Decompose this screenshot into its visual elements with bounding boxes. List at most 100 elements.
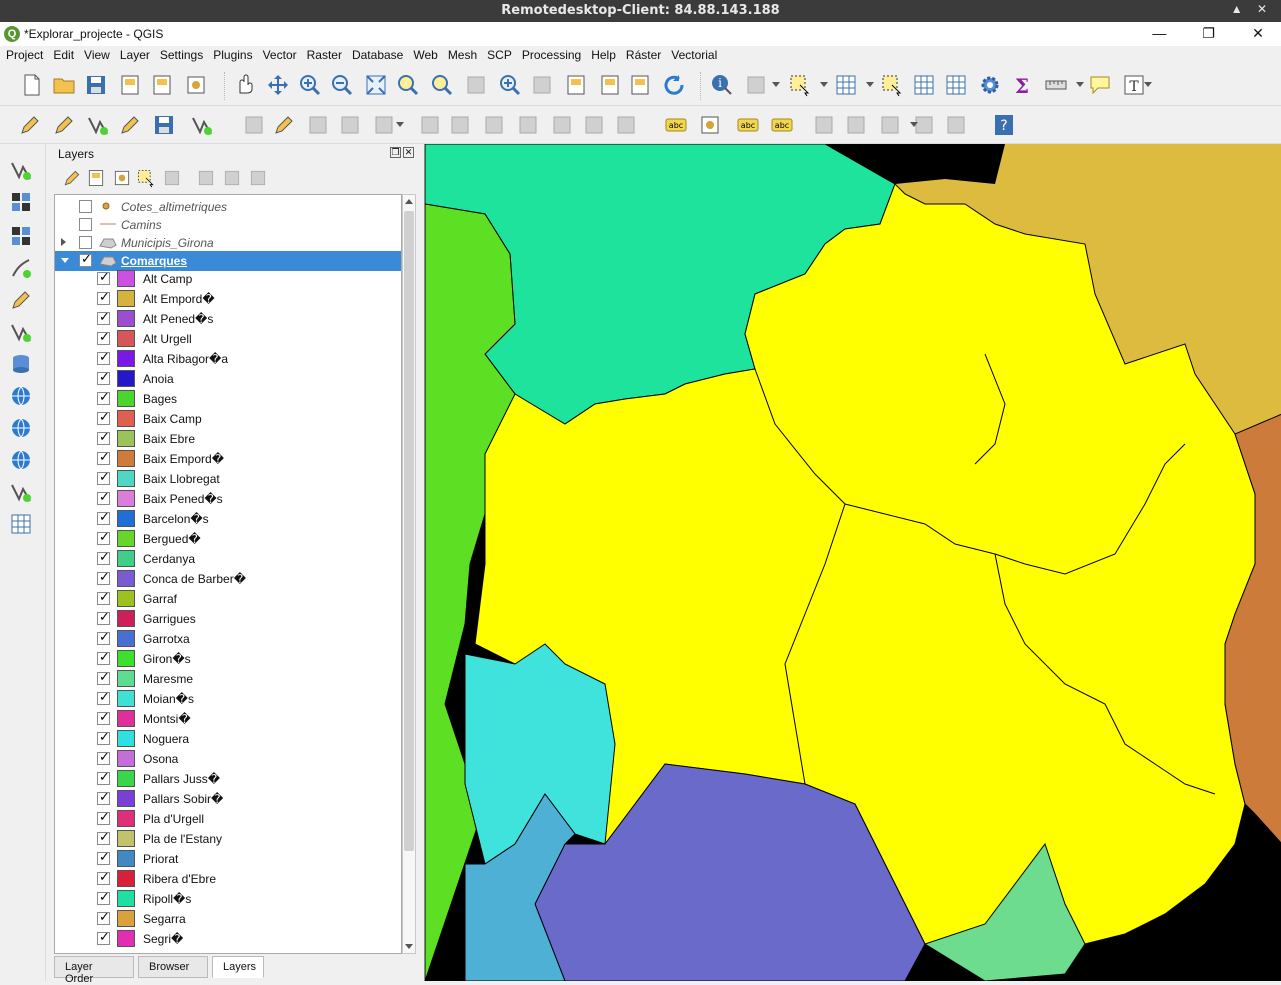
style-manager-icon[interactable] — [184, 73, 208, 97]
legend-item[interactable]: Pla d'Urgell — [55, 809, 401, 829]
cut-features-icon[interactable] — [482, 113, 506, 137]
zoom-full-icon[interactable] — [364, 73, 388, 97]
paste-features-icon[interactable] — [550, 113, 574, 137]
action-icon[interactable] — [744, 73, 768, 97]
zoom-next-icon[interactable] — [530, 73, 554, 97]
legend-item[interactable]: Baix Ebre — [55, 429, 401, 449]
pencil-edit-icon[interactable] — [272, 113, 296, 137]
legend-item[interactable]: Ripoll�s — [55, 889, 401, 909]
category-checkbox[interactable] — [97, 670, 110, 685]
legend-item[interactable]: Garraf — [55, 589, 401, 609]
up-arrow-icon[interactable]: ▲ — [1226, 2, 1248, 16]
show-bookmarks-icon[interactable] — [598, 73, 622, 97]
move-feature-icon[interactable] — [372, 113, 396, 137]
category-checkbox[interactable] — [97, 590, 110, 605]
category-checkbox[interactable] — [97, 870, 110, 885]
pan-icon[interactable] — [232, 73, 256, 97]
add-vertex-icon[interactable] — [86, 113, 110, 137]
collapse-all-icon[interactable] — [222, 168, 242, 188]
redo-icon[interactable] — [614, 113, 638, 137]
layer-row[interactable]: Cotes_altimetriques — [55, 197, 401, 217]
add-feature-icon[interactable] — [338, 113, 362, 137]
layer-visibility-checkbox[interactable] — [79, 200, 92, 213]
add-group-icon[interactable] — [86, 168, 106, 188]
legend-item[interactable]: Garrigues — [55, 609, 401, 629]
legend-item[interactable]: Pla de l'Estany — [55, 829, 401, 849]
deselect-icon[interactable] — [880, 73, 904, 97]
category-checkbox[interactable] — [97, 630, 110, 645]
category-checkbox[interactable] — [97, 330, 110, 345]
zoom-to-selection-icon[interactable] — [396, 73, 420, 97]
legend-item[interactable]: Cerdanya — [55, 549, 401, 569]
dropdown-arrow-icon[interactable] — [1076, 82, 1084, 87]
label-abc-icon[interactable]: abc — [664, 113, 688, 137]
identify-icon[interactable]: i — [710, 73, 734, 97]
modify-attributes-icon[interactable] — [242, 113, 266, 137]
vertex-tool-icon[interactable] — [190, 113, 214, 137]
current-edits-icon[interactable] — [18, 113, 42, 137]
expand-all-icon[interactable] — [196, 168, 216, 188]
category-checkbox[interactable] — [97, 690, 110, 705]
open-attribute-table-icon[interactable] — [912, 73, 936, 97]
rotate-label-icon[interactable] — [812, 113, 836, 137]
category-checkbox[interactable] — [97, 530, 110, 545]
legend-item[interactable]: Anoia — [55, 369, 401, 389]
category-checkbox[interactable] — [97, 610, 110, 625]
close-panel-button[interactable]: ✕ — [403, 147, 414, 158]
show-label-icon[interactable]: abc — [770, 113, 794, 137]
menu-item[interactable]: Help — [585, 46, 620, 62]
legend-item[interactable]: Osona — [55, 749, 401, 769]
add-geopackage-icon[interactable] — [9, 288, 35, 314]
category-checkbox[interactable] — [97, 510, 110, 525]
panel-tab[interactable]: Layers — [212, 956, 264, 978]
new-bookmark-icon[interactable] — [564, 73, 588, 97]
measure-icon[interactable] — [1044, 73, 1068, 97]
legend-item[interactable]: Alt Pened�s — [55, 309, 401, 329]
menu-item[interactable]: Plugins — [207, 46, 256, 62]
change-label-icon[interactable] — [844, 113, 868, 137]
add-delimited-text-icon[interactable] — [9, 256, 35, 282]
category-checkbox[interactable] — [97, 890, 110, 905]
label-tool-icon[interactable] — [698, 113, 722, 137]
menu-item[interactable]: Database — [346, 46, 407, 62]
legend-item[interactable]: Baix Llobregat — [55, 469, 401, 489]
legend-item[interactable]: Priorat — [55, 849, 401, 869]
float-panel-button[interactable]: ❐ — [390, 147, 401, 158]
legend-item[interactable]: Garrotxa — [55, 629, 401, 649]
help-icon[interactable]: ? — [992, 113, 1016, 137]
dropdown-arrow-icon[interactable] — [1144, 82, 1152, 87]
layer-row[interactable]: Comarques — [55, 251, 401, 271]
add-vector-layer-icon[interactable] — [9, 158, 35, 184]
add-wfs-icon[interactable] — [9, 416, 35, 442]
scroll-down-icon[interactable] — [405, 944, 413, 949]
layer-visibility-checkbox[interactable] — [79, 252, 92, 267]
category-checkbox[interactable] — [97, 350, 110, 365]
undo-icon[interactable] — [582, 113, 606, 137]
menu-item[interactable]: Mesh — [442, 46, 481, 62]
category-checkbox[interactable] — [97, 310, 110, 325]
menu-item[interactable]: Edit — [47, 46, 78, 62]
restore-button[interactable]: ❐ — [1186, 22, 1232, 46]
dropdown-arrow-icon[interactable] — [910, 122, 918, 127]
zoom-in-icon[interactable] — [298, 73, 322, 97]
delete-selected-icon[interactable] — [418, 113, 442, 137]
legend-item[interactable]: Bergued� — [55, 529, 401, 549]
category-checkbox[interactable] — [97, 490, 110, 505]
label-props-icon[interactable] — [878, 113, 902, 137]
style-layer-icon[interactable] — [62, 168, 82, 188]
map-tips-icon[interactable] — [1088, 73, 1112, 97]
diagram-icon[interactable] — [944, 113, 968, 137]
category-checkbox[interactable] — [97, 570, 110, 585]
zoom-out-icon[interactable] — [330, 73, 354, 97]
add-mesh-layer-icon[interactable] — [9, 224, 35, 250]
legend-item[interactable]: Conca de Barber� — [55, 569, 401, 589]
scroll-up-icon[interactable] — [405, 199, 413, 204]
category-checkbox[interactable] — [97, 810, 110, 825]
layout-manager-icon[interactable] — [150, 73, 174, 97]
toggle-editing-icon[interactable] — [52, 113, 76, 137]
category-checkbox[interactable] — [97, 830, 110, 845]
layer-visibility-checkbox[interactable] — [79, 218, 92, 231]
refresh-icon[interactable] — [662, 73, 686, 97]
legend-item[interactable]: Barcelon�s — [55, 509, 401, 529]
minimize-button[interactable]: — — [1136, 22, 1182, 46]
